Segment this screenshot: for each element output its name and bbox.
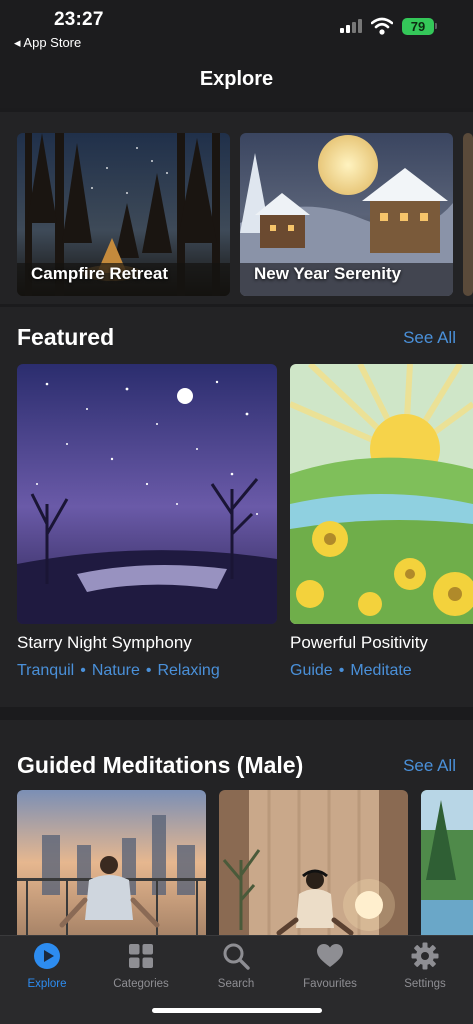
battery-level: 79 [410, 19, 426, 34]
tag-link[interactable]: Relaxing [157, 662, 219, 679]
carousel-card-new-year-serenity[interactable]: New Year Serenity [240, 133, 453, 296]
tab-favourites[interactable]: Favourites [283, 942, 377, 990]
featured-item-title: Starry Night Symphony [17, 633, 192, 652]
sunrise-flowers-image [290, 364, 473, 624]
tag-link[interactable]: Tranquil [17, 662, 74, 679]
back-to-app-store-link[interactable]: ◂ App Store [14, 35, 81, 51]
status-time: 23:27 [54, 9, 104, 30]
tag-link[interactable]: Guide [290, 662, 333, 679]
home-indicator[interactable] [152, 1008, 322, 1013]
lake-forest-image [421, 790, 473, 935]
guided-card-city-meditation[interactable] [17, 790, 206, 935]
gear-icon [411, 942, 439, 970]
wifi-icon [371, 17, 393, 35]
tab-label: Favourites [303, 978, 357, 990]
guided-meditations-section: Guided Meditations (Male) See All [0, 720, 473, 935]
guided-card-room-meditation[interactable] [219, 790, 408, 935]
search-icon [223, 943, 250, 970]
battery-tip [435, 23, 437, 29]
featured-item-title: Powerful Positivity [290, 633, 428, 652]
nav-header: Explore [0, 56, 473, 108]
room-meditation-image [219, 790, 408, 935]
featured-card-starry-night[interactable] [17, 364, 277, 624]
guided-card-nature-peek[interactable] [421, 790, 473, 935]
featured-card-powerful-positivity[interactable] [290, 364, 473, 624]
tab-explore[interactable]: Explore [0, 942, 94, 990]
carousel-card-label: New Year Serenity [254, 264, 402, 283]
guided-title: Guided Meditations (Male) [17, 752, 304, 778]
tag-link[interactable]: Nature [92, 662, 140, 679]
page-title: Explore [199, 68, 274, 90]
featured-see-all-link[interactable]: See All [403, 328, 456, 348]
featured-title: Featured [17, 324, 115, 350]
tab-categories[interactable]: Categories [94, 942, 188, 990]
heart-icon [317, 944, 343, 967]
battery-indicator: 79 [402, 18, 434, 35]
tab-label: Search [217, 978, 255, 990]
tab-label: Settings [404, 978, 446, 990]
tab-label: Explore [27, 978, 67, 990]
carousel-card-label: Campfire Retreat [31, 264, 168, 283]
tab-settings[interactable]: Settings [378, 942, 472, 990]
tag-link[interactable]: Meditate [350, 662, 411, 679]
hero-carousel: Campfire Retreat New Year Serenity [0, 112, 473, 304]
carousel-card-peek[interactable] [463, 133, 473, 296]
play-circle-icon [34, 943, 60, 969]
city-skyline-meditation-image [17, 790, 206, 935]
guided-see-all-link[interactable]: See All [403, 756, 456, 776]
cellular-signal-icon [340, 19, 364, 33]
grid-icon [129, 944, 153, 968]
starry-night-image [17, 364, 277, 624]
carousel-card-campfire-retreat[interactable]: Campfire Retreat [17, 133, 230, 296]
tab-search[interactable]: Search [189, 942, 283, 990]
featured-item-tags: Tranquil • Nature • Relaxing [17, 662, 220, 679]
status-bar: 23:27 ◂ App Store 79 [0, 0, 473, 56]
featured-item-tags: Guide • Meditate [290, 662, 412, 679]
featured-section: Featured See All Starry Night Symphony T… [0, 307, 473, 707]
tab-label: Categories [113, 978, 169, 990]
